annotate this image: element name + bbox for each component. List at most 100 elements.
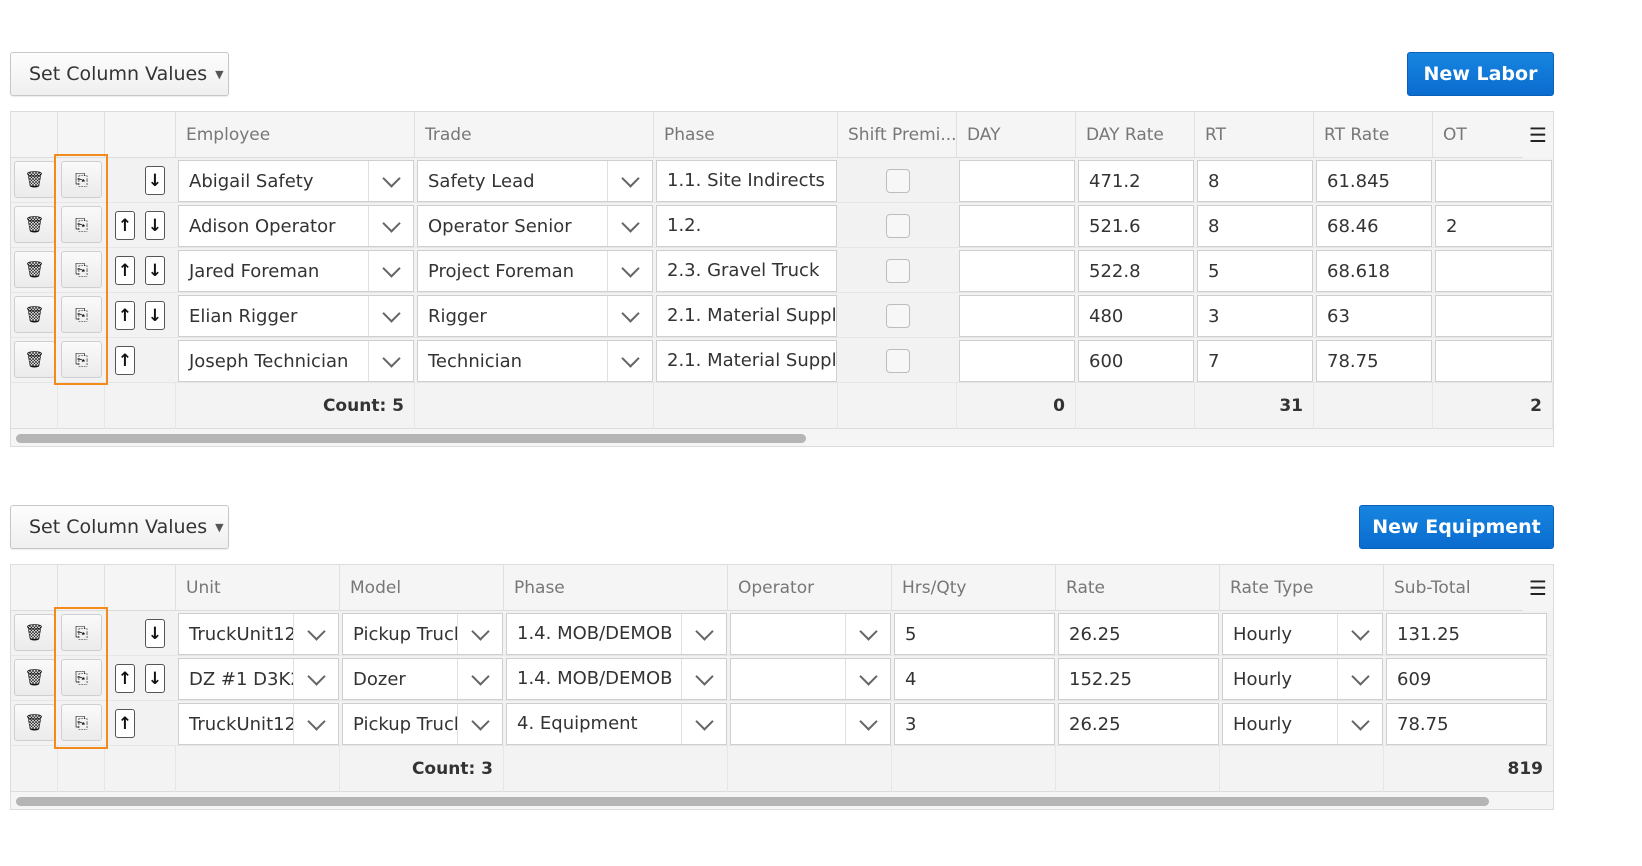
shift-premium-cell[interactable] [840, 205, 956, 247]
phase-select[interactable]: 1.4. MOB/DEMOB [506, 613, 727, 655]
dropdown-toggle[interactable] [681, 614, 726, 654]
rt-input[interactable]: 3 [1197, 295, 1313, 337]
day-rate-input[interactable]: 480 [1078, 295, 1194, 337]
ot-input[interactable] [1435, 250, 1552, 292]
trade-select[interactable]: Safety Lead [417, 160, 653, 202]
copy-icon[interactable]: ⎘ [61, 659, 102, 696]
column-header[interactable]: RT Rate [1314, 112, 1433, 158]
copy-icon[interactable]: ⎘ [61, 614, 102, 651]
trade-select[interactable]: Operator Senior [417, 205, 653, 247]
delete-icon[interactable]: 🗑 [14, 251, 55, 288]
shift-premium-cell[interactable] [840, 160, 956, 202]
ot-input[interactable] [1435, 160, 1552, 202]
rate-input[interactable]: 152.25 [1058, 658, 1219, 700]
rt-rate-input[interactable]: 68.46 [1316, 205, 1432, 247]
dropdown-toggle[interactable] [1337, 659, 1382, 699]
phase-select[interactable]: 4. Equipment [506, 703, 727, 745]
day-rate-input[interactable]: 600 [1078, 340, 1194, 382]
phase-field[interactable]: 2.1. Material Supply [656, 295, 837, 337]
rate-type-select[interactable]: Hourly [1222, 703, 1383, 745]
delete-icon[interactable]: 🗑 [14, 659, 55, 696]
phase-field[interactable]: 1.1. Site Indirects [656, 160, 837, 202]
model-select[interactable]: Pickup Truck [342, 703, 503, 745]
dropdown-toggle[interactable] [1337, 614, 1382, 654]
dropdown-toggle[interactable] [681, 704, 726, 744]
dropdown-toggle[interactable] [845, 614, 890, 654]
column-header[interactable]: Sub-Total [1384, 565, 1525, 611]
dropdown-toggle[interactable] [457, 704, 502, 744]
day-input[interactable] [959, 295, 1075, 337]
shift-premium-cell[interactable] [840, 295, 956, 337]
rate-input[interactable]: 26.25 [1058, 613, 1219, 655]
trade-select[interactable]: Technician [417, 340, 653, 382]
shift-premium-checkbox[interactable] [886, 349, 910, 373]
rt-rate-input[interactable]: 78.75 [1316, 340, 1432, 382]
copy-icon[interactable]: ⎘ [61, 704, 102, 741]
dropdown-toggle[interactable] [607, 251, 652, 291]
rate-input[interactable]: 26.25 [1058, 703, 1219, 745]
operator-select[interactable] [730, 703, 891, 745]
column-header[interactable]: Hrs/Qty [892, 565, 1056, 611]
dropdown-toggle[interactable] [457, 614, 502, 654]
ot-input[interactable] [1435, 340, 1552, 382]
unit-select[interactable]: DZ #1 D3K2 M [178, 658, 339, 700]
dropdown-toggle[interactable] [293, 659, 338, 699]
move-up-icon[interactable]: ↑ [115, 211, 135, 240]
ot-input[interactable]: 2 [1435, 205, 1552, 247]
subtotal-input[interactable]: 131.25 [1386, 613, 1547, 655]
rt-input[interactable]: 7 [1197, 340, 1313, 382]
copy-icon[interactable]: ⎘ [61, 206, 102, 243]
hrs-qty-input[interactable]: 5 [894, 613, 1055, 655]
rt-input[interactable]: 8 [1197, 205, 1313, 247]
employee-select[interactable]: Jared Foreman [178, 250, 414, 292]
column-header[interactable]: Operator [728, 565, 892, 611]
column-header[interactable]: OT [1433, 112, 1525, 158]
dropdown-toggle[interactable] [368, 206, 413, 246]
scrollbar-thumb[interactable] [16, 797, 1489, 806]
day-input[interactable] [959, 160, 1075, 202]
phase-field[interactable]: 2.1. Material Supply [656, 340, 837, 382]
dropdown-toggle[interactable] [607, 341, 652, 381]
move-up-icon[interactable]: ↑ [115, 256, 135, 285]
equipment-set-column-values-button[interactable]: Set Column Values ▼ [10, 505, 229, 549]
new-equipment-button[interactable]: New Equipment [1359, 505, 1554, 549]
dropdown-toggle[interactable] [845, 704, 890, 744]
shift-premium-cell[interactable] [840, 340, 956, 382]
trade-select[interactable]: Project Foreman [417, 250, 653, 292]
employee-select[interactable]: Joseph Technician [178, 340, 414, 382]
shift-premium-checkbox[interactable] [886, 214, 910, 238]
subtotal-input[interactable]: 78.75 [1386, 703, 1547, 745]
model-select[interactable]: Dozer [342, 658, 503, 700]
employee-select[interactable]: Elian Rigger [178, 295, 414, 337]
copy-icon[interactable]: ⎘ [61, 341, 102, 378]
dropdown-toggle[interactable] [457, 659, 502, 699]
column-header[interactable]: Employee [176, 112, 415, 158]
hrs-qty-input[interactable]: 3 [894, 703, 1055, 745]
shift-premium-cell[interactable] [840, 250, 956, 292]
shift-premium-checkbox[interactable] [886, 169, 910, 193]
unit-select[interactable]: TruckUnit122 [178, 613, 339, 655]
dropdown-toggle[interactable] [845, 659, 890, 699]
copy-icon[interactable]: ⎘ [61, 251, 102, 288]
move-up-icon[interactable]: ↑ [115, 664, 135, 693]
day-input[interactable] [959, 205, 1075, 247]
trade-select[interactable]: Rigger [417, 295, 653, 337]
delete-icon[interactable]: 🗑 [14, 296, 55, 333]
move-down-icon[interactable]: ↓ [145, 166, 165, 195]
column-header[interactable]: DAY [957, 112, 1076, 158]
move-up-icon[interactable]: ↑ [115, 346, 135, 375]
copy-icon[interactable]: ⎘ [61, 161, 102, 198]
employee-select[interactable]: Adison Operator [178, 205, 414, 247]
dropdown-toggle[interactable] [607, 206, 652, 246]
delete-icon[interactable]: 🗑 [14, 614, 55, 651]
rt-rate-input[interactable]: 61.845 [1316, 160, 1432, 202]
delete-icon[interactable]: 🗑 [14, 161, 55, 198]
shift-premium-checkbox[interactable] [886, 259, 910, 283]
delete-icon[interactable]: 🗑 [14, 704, 55, 741]
column-header[interactable]: Shift Premi... [838, 112, 957, 158]
column-header[interactable]: Unit [176, 565, 340, 611]
rate-type-select[interactable]: Hourly [1222, 658, 1383, 700]
day-rate-input[interactable]: 522.8 [1078, 250, 1194, 292]
shift-premium-checkbox[interactable] [886, 304, 910, 328]
scrollbar-thumb[interactable] [16, 434, 806, 443]
